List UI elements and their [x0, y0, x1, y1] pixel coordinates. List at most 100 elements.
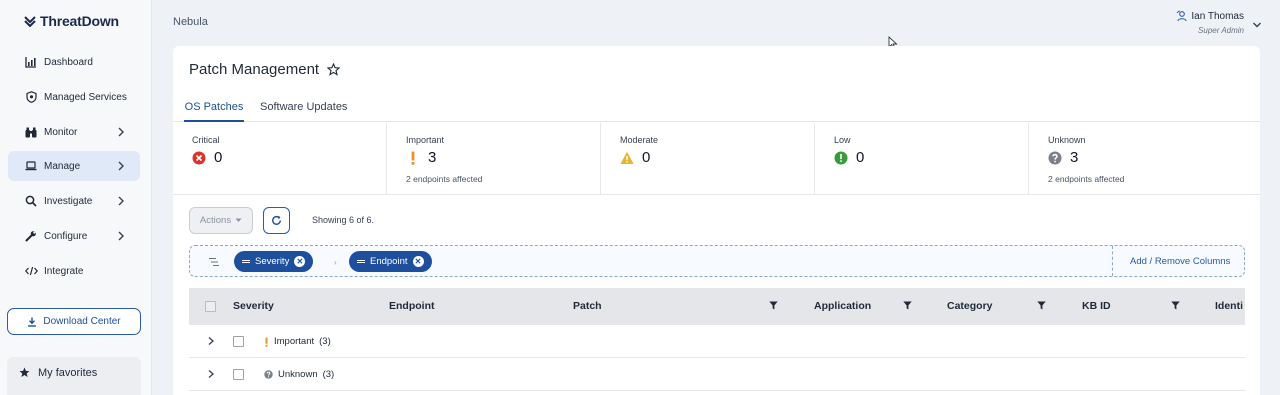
remove-chip-icon[interactable]: ✕	[294, 256, 306, 267]
chevron-right-icon	[118, 161, 124, 171]
filter-icon[interactable]	[769, 301, 778, 310]
sidebar-item-label: Monitor	[44, 126, 78, 138]
column-kb-id[interactable]: KB ID	[1082, 300, 1111, 312]
refresh-icon	[272, 215, 281, 225]
exclamation-circle-icon	[834, 151, 848, 164]
sidebar-item-integrate[interactable]: Integrate	[8, 256, 140, 286]
group-chip-label: Endpoint	[370, 256, 408, 267]
table-row-group[interactable]: Important (3)	[189, 325, 1245, 358]
column-category[interactable]: Category	[947, 300, 993, 312]
chevron-down-icon[interactable]	[1252, 20, 1262, 30]
group-count: (3)	[319, 336, 331, 347]
column-endpoint[interactable]: Endpoint	[389, 300, 435, 312]
binoculars-icon	[24, 125, 38, 139]
severity-label: Critical	[192, 135, 220, 145]
code-icon	[24, 264, 38, 278]
chevron-right-icon	[118, 127, 124, 137]
severity-count: 0	[214, 149, 223, 166]
group-chip-endpoint[interactable]: Endpoint ✕	[349, 251, 432, 272]
severity-count: 0	[856, 149, 865, 166]
column-application[interactable]: Application	[814, 300, 871, 312]
exclamation-icon	[411, 151, 415, 165]
exclamation-icon	[265, 337, 268, 347]
expand-chevron-icon[interactable]	[207, 369, 215, 379]
tab-os-patches[interactable]: OS Patches	[184, 101, 244, 122]
severity-label: Unknown	[1048, 135, 1086, 145]
actions-button[interactable]: Actions	[189, 207, 253, 234]
drag-handle-icon[interactable]	[242, 260, 250, 263]
tab-software-updates[interactable]: Software Updates	[260, 101, 347, 122]
sidebar: ThreatDown Dashboard Managed Services Mo…	[0, 0, 152, 395]
severity-moderate: Moderate 0	[601, 123, 815, 195]
column-identifier[interactable]: Identi	[1215, 300, 1243, 312]
sidebar-item-label: Investigate	[44, 195, 93, 207]
user-role: Super Admin	[1198, 26, 1244, 35]
severity-count: 3	[428, 149, 437, 166]
column-severity[interactable]: Severity	[233, 300, 274, 312]
table-row-group[interactable]: Unknown (3)	[189, 358, 1245, 391]
my-favorites-label: My favorites	[38, 367, 98, 379]
sidebar-item-label: Manage	[44, 160, 81, 172]
tab-bar: OS Patches Software Updates	[173, 96, 1260, 122]
divider	[1112, 246, 1113, 276]
caret-down-icon	[235, 218, 242, 222]
sidebar-item-dashboard[interactable]: Dashboard	[8, 47, 140, 77]
sidebar-item-label: Integrate	[44, 265, 84, 277]
sidebar-item-managed-services[interactable]: Managed Services	[8, 82, 140, 112]
severity-unknown: Unknown 3 2 endpoints affected	[1029, 123, 1260, 195]
row-checkbox[interactable]	[233, 336, 244, 347]
sidebar-item-label: Dashboard	[44, 56, 93, 68]
endpoints-affected[interactable]: 2 endpoints affected	[1048, 174, 1260, 184]
group-count: (3)	[322, 369, 335, 380]
select-all-checkbox[interactable]	[205, 301, 216, 312]
user-menu[interactable]: Ian Thomas Super Admin	[1176, 10, 1244, 35]
download-center-button[interactable]: Download Center	[7, 308, 141, 335]
laptop-icon	[24, 159, 38, 173]
x-circle-icon	[192, 151, 206, 164]
threatdown-logo[interactable]: ThreatDown	[24, 13, 119, 29]
brand-name: ThreatDown	[40, 13, 119, 29]
filter-icon[interactable]	[1037, 301, 1046, 310]
severity-count: 0	[642, 149, 651, 166]
refresh-button[interactable]	[263, 207, 290, 234]
severity-important: Important 3 2 endpoints affected	[387, 123, 601, 195]
group-label: Important	[274, 336, 315, 347]
remove-chip-icon[interactable]: ✕	[412, 256, 424, 267]
page-title: Patch Management	[189, 61, 341, 78]
favorite-star-icon[interactable]	[327, 63, 341, 76]
sidebar-item-manage[interactable]: Manage	[8, 151, 140, 181]
user-switch-icon	[1176, 10, 1187, 22]
filter-icon[interactable]	[1171, 301, 1180, 310]
drag-handle-icon[interactable]	[357, 260, 365, 263]
severity-low: Low 0	[815, 123, 1029, 195]
expand-chevron-icon[interactable]	[207, 336, 215, 346]
row-checkbox[interactable]	[233, 369, 244, 380]
sidebar-item-investigate[interactable]: Investigate	[8, 186, 140, 216]
severity-label: Moderate	[620, 135, 659, 145]
sidebar-item-label: Managed Services	[44, 91, 127, 103]
question-circle-icon	[1048, 151, 1062, 164]
group-list-icon	[209, 257, 219, 267]
chart-icon	[24, 55, 38, 69]
chevron-right-icon: ›	[334, 258, 337, 267]
wrench-icon	[24, 229, 38, 243]
group-chip-severity[interactable]: Severity ✕	[234, 251, 314, 272]
severity-label: Important	[406, 135, 445, 145]
user-name: Ian Thomas	[1191, 10, 1244, 22]
question-circle-icon	[264, 370, 273, 379]
add-remove-columns-link[interactable]: Add / Remove Columns	[1130, 256, 1230, 267]
severity-count: 3	[1070, 149, 1079, 166]
group-label: Unknown	[278, 369, 318, 380]
actions-label: Actions	[199, 215, 232, 226]
grouping-bar: Severity ✕ › Endpoint ✕ Add / Remove Col…	[189, 245, 1245, 277]
sidebar-item-monitor[interactable]: Monitor	[8, 117, 140, 147]
my-favorites-section[interactable]: My favorites	[7, 357, 141, 395]
endpoints-affected[interactable]: 2 endpoints affected	[406, 174, 600, 184]
severity-summary: Critical 0 Important 3 2 endpoints affec…	[173, 123, 1260, 195]
chevron-right-icon	[118, 231, 124, 241]
sidebar-item-configure[interactable]: Configure	[8, 221, 140, 251]
filter-icon[interactable]	[903, 301, 912, 310]
group-chip-label: Severity	[255, 256, 290, 267]
search-icon	[24, 194, 38, 208]
column-patch[interactable]: Patch	[573, 300, 602, 312]
